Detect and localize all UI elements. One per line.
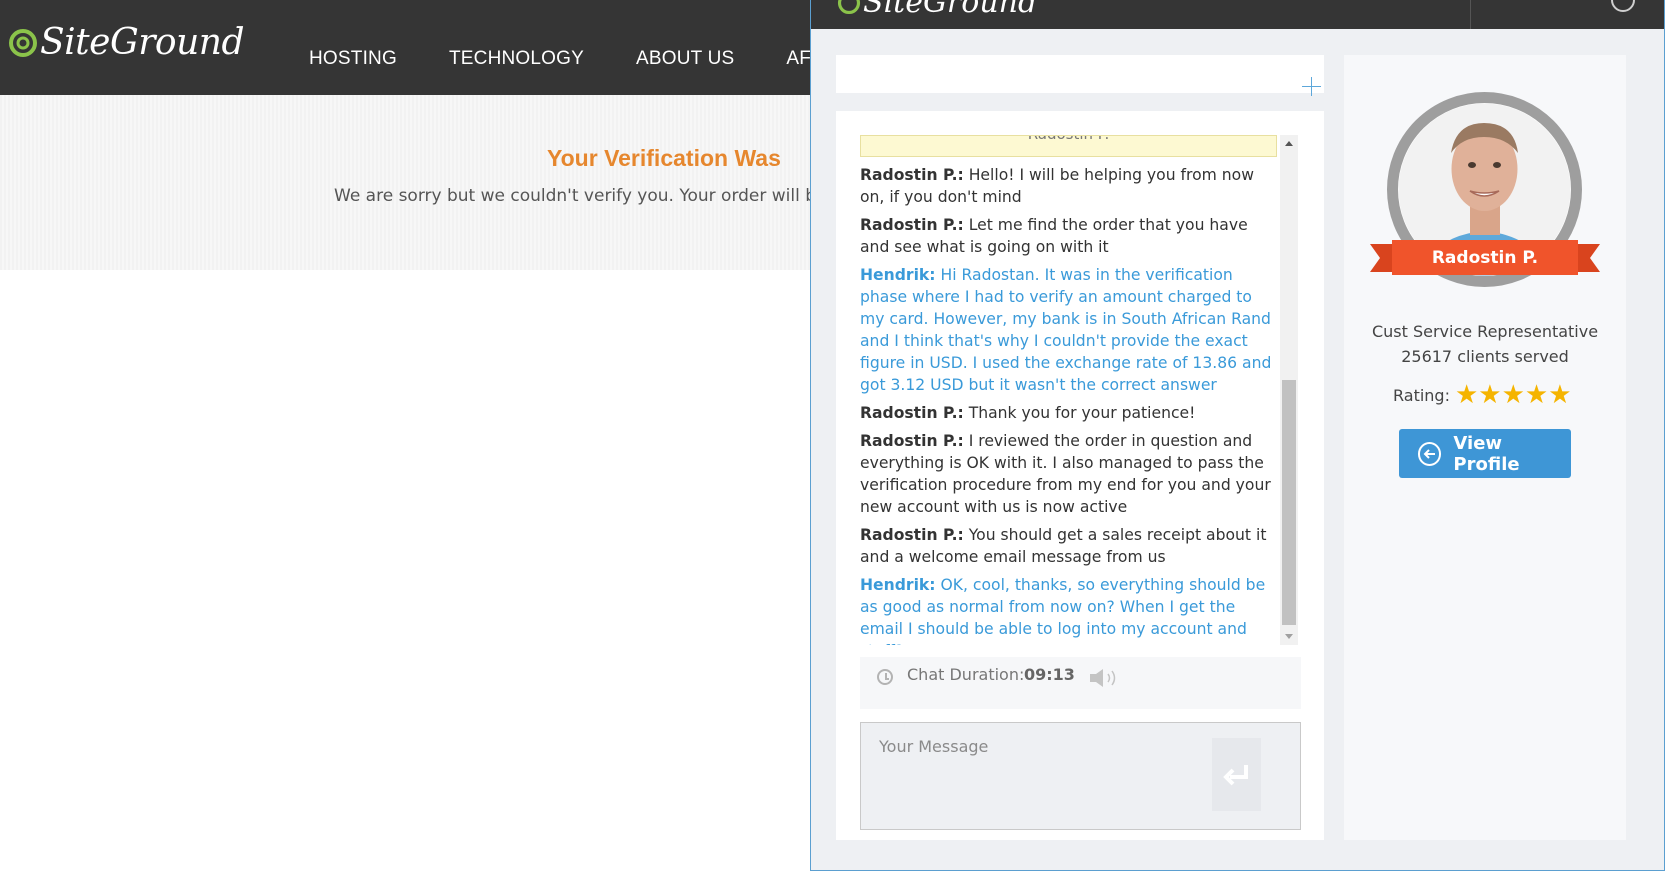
system-notice-text: Radostin P. [861,136,1276,143]
send-enter-icon [1222,764,1248,785]
system-notice: Radostin P. [860,135,1277,157]
chat-window: SiteGround Radostin P. Radostin P.: Hell… [810,0,1665,871]
chat-message: Radostin P.: I reviewed the order in que… [860,430,1277,518]
chat-toolbar [836,55,1324,96]
agent-clients-served: 25617 clients served [1401,347,1569,366]
chat-panel: Radostin P. Radostin P.: Hello! I will b… [836,111,1324,840]
message-author: Radostin P.: [860,166,964,184]
chat-header: SiteGround [811,0,1664,29]
rating-label: Rating: [1393,385,1450,405]
message-author: Hendrik: [860,266,936,284]
chat-header-logo: SiteGround [837,0,1037,18]
plus-icon[interactable] [1302,77,1321,96]
chat-transcript[interactable]: Radostin P. Radostin P.: Hello! I will b… [860,135,1277,645]
clock-icon [877,669,893,685]
chat-duration-bar: Chat Duration: 09:13 [860,657,1301,709]
chat-message: Radostin P.: Let me find the order that … [860,214,1277,258]
star-icon: ★★★★★ [1454,380,1572,410]
agent-rating: Rating: ★★★★★ [1393,382,1572,408]
chat-header-logo-text: SiteGround [863,0,1038,20]
message-author: Radostin P.: [860,432,964,450]
site-nav: HOSTING TECHNOLOGY ABOUT US AFFILI [309,48,897,70]
chat-message: Radostin P.: Hello! I will be helping yo… [860,164,1277,208]
message-author: Radostin P.: [860,404,964,422]
message-text: Thank you for your patience! [963,404,1196,422]
nav-about-us[interactable]: ABOUT US [636,48,734,70]
agent-name-ribbon: Radostin P. [1370,240,1600,279]
message-author: Hendrik: [860,576,936,594]
message-author: Radostin P.: [860,216,964,234]
message-author: Radostin P.: [860,526,964,544]
verification-title: Your Verification Was [547,145,781,171]
verification-text: We are sorry but we couldn't verify you.… [334,186,827,206]
nav-hosting[interactable]: HOSTING [309,48,397,70]
view-profile-label: View Profile [1453,432,1520,475]
chat-message: Radostin P.: You should get a sales rece… [860,524,1277,568]
scroll-up-icon[interactable] [1280,135,1298,153]
speaker-icon[interactable] [1088,667,1122,689]
send-button[interactable] [1212,738,1261,811]
agent-card: Radostin P. Cust Service Representative … [1344,55,1626,840]
chat-duration-label: Chat Duration: [907,665,1025,684]
siteground-logo-icon [837,0,861,15]
scroll-down-icon[interactable] [1280,627,1298,645]
close-icon[interactable] [1611,0,1635,12]
chat-message: Hendrik: OK, cool, thanks, so everything… [860,574,1277,645]
site-logo[interactable]: SiteGround [8,22,245,63]
agent-role: Cust Service Representative [1371,322,1599,341]
nav-technology[interactable]: TECHNOLOGY [449,48,584,70]
site-logo-text: SiteGround [40,22,245,63]
scroll-thumb[interactable] [1282,380,1296,625]
chat-duration-value: 09:13 [1024,665,1075,684]
header-divider [1470,0,1471,29]
message-text: Hi Radostan. It was in the verification … [860,266,1272,394]
message-list: Radostin P.: Hello! I will be helping yo… [860,164,1277,645]
transcript-scrollbar[interactable] [1280,135,1298,645]
chat-message: Radostin P.: Thank you for your patience… [860,402,1277,424]
view-profile-button[interactable]: View Profile [1399,429,1571,478]
arrow-left-icon [1418,441,1442,466]
chat-message: Hendrik: Hi Radostan. It was in the veri… [860,264,1277,396]
siteground-logo-icon [9,29,37,57]
agent-name: Radostin P. [1431,248,1539,268]
